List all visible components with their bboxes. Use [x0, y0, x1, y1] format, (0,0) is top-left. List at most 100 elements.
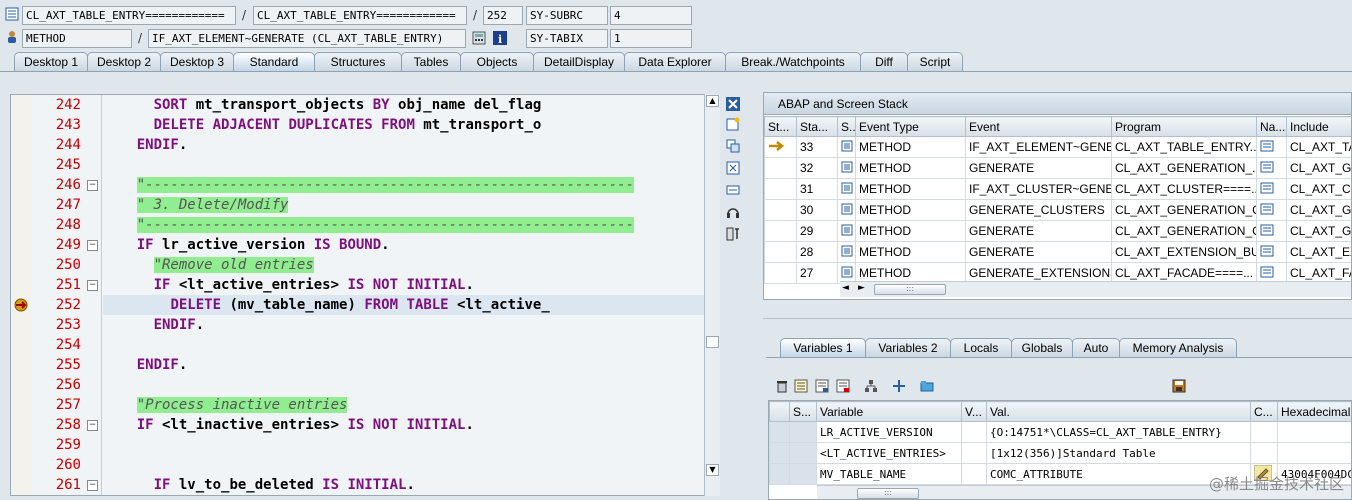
export-icon[interactable] [836, 379, 850, 393]
close-pane-icon[interactable] [726, 97, 740, 111]
swap-pane-icon[interactable] [726, 139, 740, 153]
scroll-thumb[interactable] [706, 336, 719, 348]
row-selector[interactable] [769, 421, 790, 443]
stack-col-header[interactable]: Include [1286, 116, 1351, 137]
variables-scroll-thumb[interactable]: ::: [857, 488, 919, 499]
var-tab-variables-1[interactable]: Variables 1 [780, 338, 866, 358]
headset-icon[interactable] [726, 205, 740, 219]
fold-toggle-icon[interactable]: − [87, 280, 98, 291]
navigate-icon[interactable] [892, 379, 906, 393]
breakpoint-gutter[interactable] [11, 95, 31, 495]
scroll-left-arrow-icon[interactable]: ◄ [842, 283, 849, 293]
stack-horizontal-scrollbar[interactable]: ◄ ► ::: [840, 281, 1351, 297]
variable-row[interactable]: <LT_ACTIVE_ENTRIES> [1x12(356)]Standard T… [769, 442, 1351, 464]
var-col-header[interactable]: Hexadecimal V [1277, 401, 1351, 422]
sysvar-value-field[interactable]: 4 [610, 6, 692, 25]
navigate-source-icon[interactable] [1260, 266, 1274, 278]
row-selector[interactable] [769, 442, 790, 464]
fold-toggle-icon[interactable]: − [87, 180, 98, 191]
stack-row[interactable]: 28 METHOD GENERATE CL_AXT_EXTENSION_BU... CL… [764, 241, 1351, 263]
fold-toggle-icon[interactable]: − [87, 480, 98, 491]
stack-scroll-thumb[interactable]: ::: [874, 284, 946, 295]
hierarchy-icon[interactable] [864, 379, 878, 393]
scroll-right-arrow-icon[interactable]: ► [858, 283, 865, 293]
stack-row[interactable]: 29 METHOD GENERATE CL_AXT_GENERATION_C... CL… [764, 220, 1351, 242]
editor-vertical-scrollbar[interactable]: ▲ ▼ [704, 94, 720, 496]
tab-desktop-1[interactable]: Desktop 1 [14, 52, 88, 72]
tab-desktop-3[interactable]: Desktop 3 [160, 52, 234, 72]
var-tab-locals[interactable]: Locals [950, 338, 1012, 358]
navigate-source-icon[interactable] [1260, 161, 1274, 173]
stack-row[interactable]: 32 METHOD GENERATE CL_AXT_GENERATION_... CL_… [764, 157, 1351, 179]
navigate-source-icon[interactable] [1260, 203, 1274, 215]
line-number-field[interactable]: 252 [483, 6, 523, 25]
tab-detaildisplay[interactable]: DetailDisplay [533, 52, 625, 72]
save-icon[interactable] [1172, 379, 1186, 393]
include-field[interactable]: CL_AXT_TABLE_ENTRY============ [253, 6, 467, 25]
source-icon[interactable] [841, 140, 853, 152]
var-col-header[interactable]: V... [961, 401, 987, 422]
fold-toggle-icon[interactable]: − [87, 420, 98, 431]
var-tab-globals[interactable]: Globals [1011, 338, 1073, 358]
var-col-header[interactable]: C... [1250, 401, 1278, 422]
variable-name[interactable]: <LT_ACTIVE_ENTRIES> [816, 442, 962, 464]
stack-col-header[interactable]: Sta... [796, 116, 838, 137]
stack-col-header[interactable]: Event Type [855, 116, 966, 137]
breakpoint-arrow-icon[interactable] [13, 298, 29, 312]
source-icon[interactable] [841, 224, 853, 236]
folder-icon[interactable] [920, 379, 934, 393]
var-tab-variables-2[interactable]: Variables 2 [865, 338, 951, 358]
tab-tables[interactable]: Tables [401, 52, 461, 72]
tab-script[interactable]: Script [907, 52, 963, 72]
resize-icon[interactable] [726, 183, 740, 197]
stack-row[interactable]: 31 METHOD IF_AXT_CLUSTER~GENE... CL_AXT_CLU… [764, 178, 1351, 200]
list-icon[interactable] [794, 379, 808, 393]
sysvar-name-field[interactable]: SY-SUBRC [526, 6, 608, 25]
delete-icon[interactable] [775, 379, 789, 393]
source-icon[interactable] [841, 161, 853, 173]
variable-value[interactable]: {O:14751*\CLASS=CL_AXT_TABLE_ENTRY} [986, 421, 1251, 443]
navigate-source-icon[interactable] [1260, 224, 1274, 236]
tab-desktop-2[interactable]: Desktop 2 [87, 52, 161, 72]
var-col-header[interactable]: S... [789, 401, 817, 422]
pane-splitter[interactable] [763, 318, 1352, 319]
source-icon[interactable] [841, 245, 853, 257]
event-type-field[interactable]: METHOD [22, 29, 132, 48]
source-icon[interactable] [841, 203, 853, 215]
tab-structures[interactable]: Structures [314, 52, 402, 72]
var-col-header[interactable]: Variable [816, 401, 962, 422]
variable-name[interactable]: LR_ACTIVE_VERSION [816, 421, 962, 443]
calculator-icon[interactable] [472, 31, 486, 45]
source-icon[interactable] [841, 266, 853, 278]
var-tab-memory-analysis[interactable]: Memory Analysis [1119, 338, 1237, 358]
tab-data-explorer[interactable]: Data Explorer [624, 52, 726, 72]
stack-row[interactable]: 30 METHOD GENERATE_CLUSTERS CL_AXT_GENERATI… [764, 199, 1351, 221]
stack-col-header[interactable]: S... [837, 116, 856, 137]
source-icon[interactable] [841, 182, 853, 194]
stack-col-header[interactable]: Program [1111, 116, 1257, 137]
maximize-icon[interactable] [726, 161, 740, 175]
source-editor[interactable]: 242 SORT mt_transport_objects BY obj_nam… [10, 94, 720, 496]
row-selector[interactable] [769, 463, 790, 485]
stack-col-header[interactable]: Na... [1256, 116, 1287, 137]
tab-break-watchpoints[interactable]: Break./Watchpoints [725, 52, 861, 72]
new-pane-icon[interactable] [726, 117, 740, 131]
fold-toggle-icon[interactable]: − [87, 240, 98, 251]
sysvar2-value-field[interactable]: 1 [610, 29, 692, 48]
variable-name[interactable]: MV_TABLE_NAME [816, 463, 962, 485]
variable-value[interactable]: [1x12(356)]Standard Table [986, 442, 1251, 464]
program-field[interactable]: CL_AXT_TABLE_ENTRY============ [22, 6, 236, 25]
var-col-header[interactable]: Val. [986, 401, 1251, 422]
tab-objects[interactable]: Objects [460, 52, 534, 72]
variable-row[interactable]: LR_ACTIVE_VERSION {O:14751*\CLASS=CL_AXT_… [769, 421, 1351, 443]
scroll-down-arrow-icon[interactable]: ▼ [706, 464, 719, 476]
navigate-source-icon[interactable] [1260, 140, 1274, 152]
info-icon[interactable]: i [493, 31, 507, 46]
stack-col-header[interactable]: Event [965, 116, 1112, 137]
stack-col-header[interactable]: St... [764, 116, 797, 137]
navigate-source-icon[interactable] [1260, 245, 1274, 257]
event-name-field[interactable]: IF_AXT_ELEMENT~GENERATE (CL_AXT_TABLE_EN… [148, 29, 466, 48]
stack-row[interactable]: 33 METHOD IF_AXT_ELEMENT~GENE... CL_AXT_TAB… [764, 136, 1351, 158]
tab-diff[interactable]: Diff [860, 52, 908, 72]
scroll-up-arrow-icon[interactable]: ▲ [706, 95, 719, 107]
